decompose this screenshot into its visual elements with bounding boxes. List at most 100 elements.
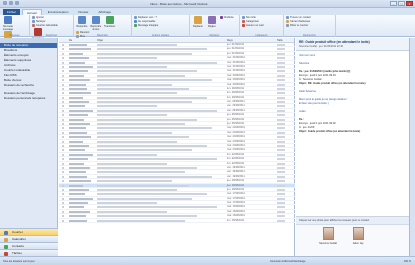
row-size xyxy=(277,175,285,178)
read-status-icon xyxy=(62,210,64,213)
row-date: mar. 23/08/2011 xyxy=(227,143,245,147)
row-sender xyxy=(69,184,83,187)
row-subject xyxy=(97,166,197,169)
people-pane-bar[interactable]: Cliquez sur une photo pour afficher les … xyxy=(296,217,409,225)
close-button[interactable]: × xyxy=(406,1,413,6)
follow-up-button[interactable]: Assurer un suivi xyxy=(242,24,281,28)
ribbon-tabs: Fichier Accueil Envoi/réception Dossier … xyxy=(0,8,415,15)
read-status-icon xyxy=(62,158,64,161)
nav-calendar-button[interactable]: Calendrier xyxy=(0,235,58,242)
categorize-icon xyxy=(242,20,245,24)
read-status-icon xyxy=(62,123,64,126)
forward-icon xyxy=(105,16,114,24)
navigation-buttons: Courrier Calendrier Contacts Tâches xyxy=(0,228,58,256)
table-row[interactable]: lun. 15/08/2011 xyxy=(59,219,295,224)
nav-contacts-button[interactable]: Contacts xyxy=(0,242,58,249)
reply-button[interactable]: Répondre xyxy=(76,16,88,28)
row-sender xyxy=(69,193,85,196)
row-subject xyxy=(97,136,189,139)
move-to-icon xyxy=(134,16,137,19)
message-date: jeu. 01/09/2011 12:40 xyxy=(319,45,344,48)
row-size xyxy=(277,44,285,46)
forward-button[interactable]: Transférer xyxy=(104,16,116,28)
read-status-icon xyxy=(62,74,64,77)
title-bar: Inbox - Boite aux lettres - Microsoft Ou… xyxy=(0,0,415,8)
row-size xyxy=(277,61,285,64)
row-size xyxy=(277,52,285,55)
group-move: Déplacer Règles OneNote Déplacer xyxy=(190,15,240,37)
row-subject xyxy=(97,184,189,187)
person-card[interactable]: Séverine Guidal xyxy=(318,227,338,245)
group-quick-steps: Déplacer vers : ? Au responsable Message… xyxy=(132,15,190,37)
row-size xyxy=(277,202,285,205)
team-email-icon xyxy=(134,24,137,28)
read-status-icon xyxy=(62,61,64,64)
read-status-icon xyxy=(62,180,64,183)
filter-email-button[interactable]: Filtrer le courrier xyxy=(286,24,333,28)
row-sender xyxy=(69,140,83,143)
row-sender xyxy=(69,215,86,218)
save-icon[interactable] xyxy=(3,1,7,5)
row-subject xyxy=(97,162,167,165)
row-size xyxy=(277,83,285,86)
rules-icon xyxy=(207,16,216,24)
zoom-level[interactable]: 100 % xyxy=(404,260,411,263)
row-size xyxy=(277,57,285,60)
row-sender xyxy=(69,153,93,156)
row-sender xyxy=(69,101,89,104)
read-status-icon xyxy=(62,206,64,209)
move-button[interactable]: Déplacer xyxy=(192,16,204,28)
row-date: lun. 29/08/2011 xyxy=(227,91,245,95)
row-date: jeu. 25/08/2011 xyxy=(227,122,245,126)
read-status-icon xyxy=(62,197,64,200)
row-size xyxy=(277,184,285,187)
row-size xyxy=(277,101,285,104)
group-delete: Ignorer Nettoyer Courrier indésirable Su… xyxy=(30,15,74,40)
undo-icon[interactable] xyxy=(15,1,19,5)
row-size xyxy=(277,149,285,152)
rules-button[interactable]: Règles xyxy=(206,16,218,28)
quick-step-team[interactable]: Message d'équipe xyxy=(134,24,187,28)
row-sender xyxy=(69,52,83,55)
nav-mail-button[interactable]: Courrier xyxy=(0,228,58,235)
nav-tasks-button[interactable]: Tâches xyxy=(0,249,58,256)
row-subject xyxy=(97,70,197,73)
row-date: jeu. 18/08/2011 xyxy=(227,179,245,183)
read-status-icon xyxy=(62,136,64,139)
row-sender xyxy=(69,127,86,130)
read-status-icon xyxy=(62,83,64,86)
row-subject xyxy=(97,114,167,117)
row-sender xyxy=(69,210,90,213)
maximize-button[interactable]: □ xyxy=(398,1,405,6)
row-subject xyxy=(97,140,177,143)
ribbon: Nouveau message Nouveaux éléments Nouvea… xyxy=(0,15,415,46)
row-date: lun. 29/08/2011 xyxy=(227,86,245,90)
row-size xyxy=(277,127,285,130)
row-date: mar. 30/08/2011 xyxy=(227,73,245,77)
minimize-button[interactable]: – xyxy=(390,1,397,6)
row-date: jeu. 18/08/2011 xyxy=(227,183,245,187)
read-status-icon xyxy=(62,70,64,73)
new-email-button[interactable]: Nouveau message xyxy=(2,16,14,31)
folder-search[interactable]: Dossiers de recherche xyxy=(0,83,57,88)
row-date: mer. 17/08/2011 xyxy=(227,201,245,205)
row-sender xyxy=(69,123,90,126)
row-subject xyxy=(97,197,192,200)
clean-up-icon xyxy=(32,20,35,24)
row-sender xyxy=(69,166,90,169)
reading-header: RE: Guide produit office (en attendant l… xyxy=(296,38,409,51)
row-subject xyxy=(97,123,185,126)
send-receive-icon[interactable] xyxy=(9,1,13,5)
row-size xyxy=(277,158,285,161)
reply-all-button[interactable]: Répondre à tous xyxy=(90,16,102,31)
todo-bar[interactable] xyxy=(409,38,415,256)
folder-recovered-section[interactable]: Dossiers personnels récupérés xyxy=(0,96,57,101)
row-subject xyxy=(97,101,192,104)
new-email-icon xyxy=(4,16,12,24)
person-card[interactable]: Julien Jay xyxy=(348,227,368,245)
row-subject xyxy=(97,206,217,209)
row-sender xyxy=(69,83,86,86)
onenote-button[interactable]: OneNote xyxy=(219,16,236,20)
read-status-icon xyxy=(62,175,64,178)
message-sender[interactable]: Séverine Guidal xyxy=(299,45,317,48)
